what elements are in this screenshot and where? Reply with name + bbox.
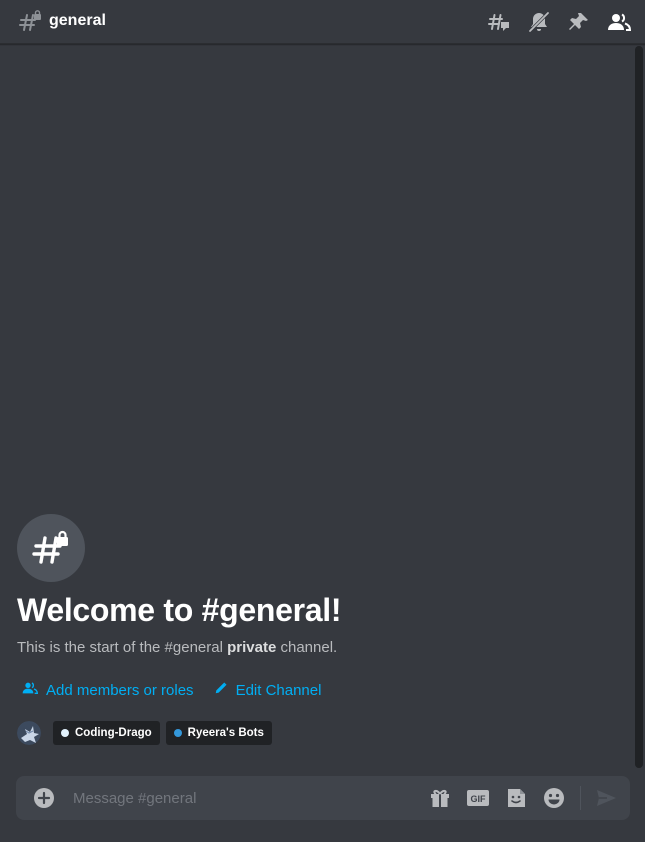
welcome-desc-end: channel. — [276, 639, 338, 656]
welcome-description: This is the start of the #general privat… — [17, 639, 337, 657]
gift-icon[interactable] — [428, 786, 452, 810]
message-composer: GIF — [16, 776, 630, 820]
scrollbar[interactable] — [635, 46, 643, 768]
welcome-desc-private: private — [227, 639, 277, 656]
send-icon[interactable] — [594, 786, 618, 810]
welcome-title: Welcome to #general! — [17, 592, 342, 628]
message-input[interactable] — [73, 776, 413, 820]
welcome-desc-start: This is the start of the #general — [17, 639, 228, 656]
add-members-button[interactable]: Add members or roles — [22, 680, 194, 702]
private-channel-icon — [18, 10, 42, 34]
add-members-label: Add members or roles — [46, 682, 194, 699]
svg-text:GIF: GIF — [471, 794, 487, 804]
member-tag-label: Ryeera's Bots — [187, 727, 264, 739]
channel-members-row: Coding-Drago Ryeera's Bots — [17, 721, 278, 745]
member-tag-ryeeras-bots[interactable]: Ryeera's Bots — [165, 721, 272, 745]
member-role-dot — [173, 729, 182, 737]
member-list-icon[interactable] — [607, 10, 631, 34]
scrollbar-thumb[interactable] — [635, 46, 643, 768]
pinned-messages-icon[interactable] — [567, 10, 591, 34]
threads-icon[interactable] — [487, 10, 511, 34]
avatar[interactable] — [17, 721, 41, 745]
edit-channel-label: Edit Channel — [235, 682, 322, 699]
edit-channel-button[interactable]: Edit Channel — [214, 680, 322, 702]
welcome-actions: Add members or roles Edit Channel — [22, 680, 321, 702]
composer-toolbar: GIF — [428, 786, 566, 810]
channel-header: general — [0, 0, 645, 44]
gif-icon[interactable]: GIF — [466, 786, 490, 810]
member-role-dot — [61, 729, 69, 737]
notifications-muted-icon[interactable] — [527, 10, 551, 34]
channel-view: general Welcome to #general! This is the… — [0, 0, 645, 842]
pencil-icon — [214, 681, 228, 701]
add-members-icon — [22, 680, 39, 702]
header-toolbar — [487, 10, 631, 34]
upload-plus-icon[interactable] — [32, 786, 56, 810]
channel-title: general — [49, 12, 106, 29]
member-tag-coding-drago[interactable]: Coding-Drago — [53, 721, 160, 745]
member-tag-label: Coding-Drago — [75, 727, 152, 739]
emoji-icon[interactable] — [542, 786, 566, 810]
sticker-icon[interactable] — [504, 786, 528, 810]
composer-divider — [580, 786, 581, 810]
welcome-channel-icon — [17, 514, 85, 582]
